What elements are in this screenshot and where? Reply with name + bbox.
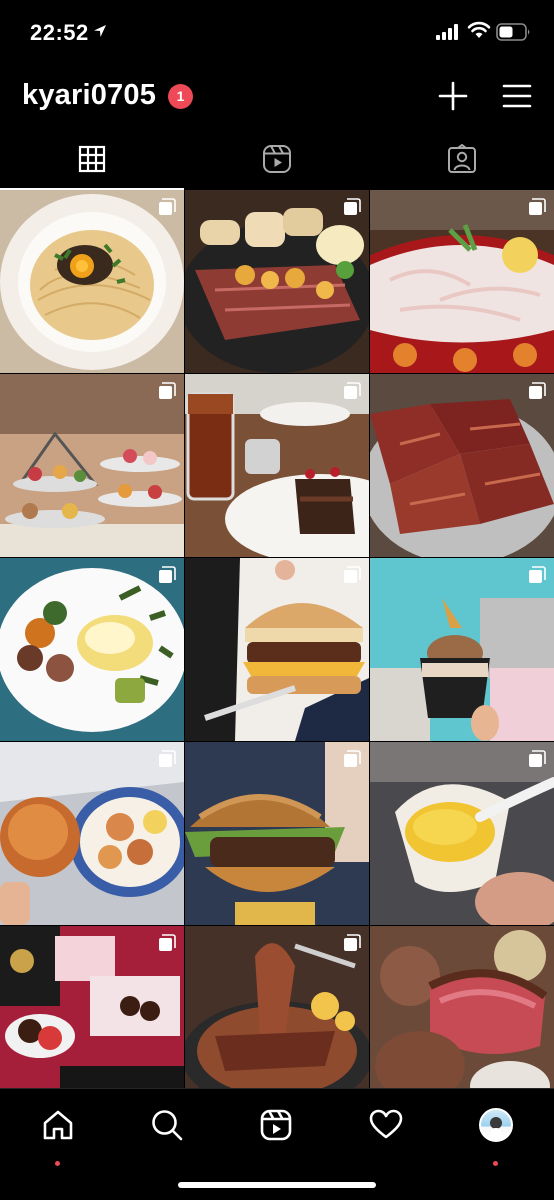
home-indicator xyxy=(178,1182,376,1188)
posts-grid xyxy=(0,190,554,1088)
post-thumbnail-steak-skillet[interactable] xyxy=(185,926,369,1088)
beef-photo xyxy=(370,374,554,557)
profile-header: kyari0705 1 xyxy=(0,66,554,128)
post-thumbnail-fried-shrimp[interactable] xyxy=(0,742,184,925)
grid-icon xyxy=(78,145,106,173)
post-thumbnail-beef-cubes[interactable] xyxy=(370,374,554,557)
post-thumbnail-mango-gelato[interactable] xyxy=(370,742,554,925)
tagged-person-icon xyxy=(448,144,476,173)
chocolate-strawberries-photo xyxy=(0,926,184,1088)
steak-skillet-photo xyxy=(185,926,369,1088)
home-notification-dot xyxy=(55,1161,60,1166)
gelato-photo xyxy=(370,558,554,741)
multiple-posts-icon xyxy=(159,934,176,951)
menu-button[interactable] xyxy=(500,79,534,113)
multiple-posts-icon xyxy=(159,750,176,767)
nav-reels[interactable] xyxy=(256,1105,296,1145)
post-thumbnail-burger-lettuce[interactable] xyxy=(185,742,369,925)
search-icon xyxy=(152,1110,183,1141)
cheeseburger-photo xyxy=(185,558,369,741)
post-thumbnail-eggs-benedict[interactable] xyxy=(0,558,184,741)
multiple-posts-icon xyxy=(344,750,361,767)
eggs-benedict-photo xyxy=(0,558,184,741)
multiple-posts-icon xyxy=(344,566,361,583)
nav-home[interactable] xyxy=(38,1105,78,1166)
wifi-icon xyxy=(467,21,491,38)
mango-gelato-photo xyxy=(370,742,554,925)
fried-shrimp-photo xyxy=(0,742,184,925)
tea-and-cake-photo xyxy=(185,374,369,557)
profile-avatar xyxy=(479,1108,513,1142)
nav-activity[interactable] xyxy=(366,1105,406,1145)
steak-photo xyxy=(185,190,369,373)
multiple-posts-icon xyxy=(344,934,361,951)
post-thumbnail-gelato[interactable] xyxy=(370,558,554,741)
sashimi-photo xyxy=(370,190,554,373)
home-icon xyxy=(43,1110,73,1140)
post-thumbnail-pasta[interactable] xyxy=(0,190,184,373)
profile-username[interactable]: kyari0705 xyxy=(22,79,156,112)
battery-icon xyxy=(496,23,530,41)
profile-notification-dot xyxy=(493,1161,498,1166)
pasta-photo xyxy=(0,190,184,373)
reels-icon xyxy=(263,145,291,173)
multiple-posts-icon xyxy=(529,382,546,399)
multiple-posts-icon xyxy=(529,198,546,215)
nav-profile[interactable] xyxy=(476,1105,516,1166)
location-arrow-icon xyxy=(94,25,106,37)
tab-tagged[interactable] xyxy=(370,128,554,190)
post-thumbnail-roast-beef[interactable] xyxy=(370,926,554,1088)
tab-posts-grid[interactable] xyxy=(0,128,184,190)
avatar-figure-icon xyxy=(490,1117,502,1140)
multiple-posts-icon xyxy=(159,566,176,583)
burger-lettuce-photo xyxy=(185,742,369,925)
nav-search[interactable] xyxy=(147,1105,187,1145)
multiple-posts-icon xyxy=(159,382,176,399)
post-thumbnail-steak-uni[interactable] xyxy=(185,190,369,373)
post-thumbnail-chocolate-strawberries[interactable] xyxy=(0,926,184,1088)
multiple-posts-icon xyxy=(344,198,361,215)
roast-beef-photo xyxy=(370,926,554,1088)
cellular-signal-icon xyxy=(436,24,458,40)
status-bar: 22:52 xyxy=(0,0,554,66)
multiple-posts-icon xyxy=(529,566,546,583)
multiple-posts-icon xyxy=(344,382,361,399)
multiple-posts-icon xyxy=(159,198,176,215)
post-thumbnail-sashimi[interactable] xyxy=(370,190,554,373)
post-thumbnail-afternoon-tea[interactable] xyxy=(0,374,184,557)
afternoon-tea-photo xyxy=(0,374,184,557)
new-post-button[interactable] xyxy=(436,79,470,113)
heart-icon xyxy=(369,1109,403,1139)
post-thumbnail-cheeseburger[interactable] xyxy=(185,558,369,741)
notification-badge[interactable]: 1 xyxy=(168,84,193,109)
reels-icon xyxy=(260,1109,292,1141)
multiple-posts-icon xyxy=(529,750,546,767)
tab-reels[interactable] xyxy=(185,128,369,190)
status-time: 22:52 xyxy=(30,20,89,45)
profile-tabs xyxy=(0,128,554,190)
post-thumbnail-tea-cake[interactable] xyxy=(185,374,369,557)
